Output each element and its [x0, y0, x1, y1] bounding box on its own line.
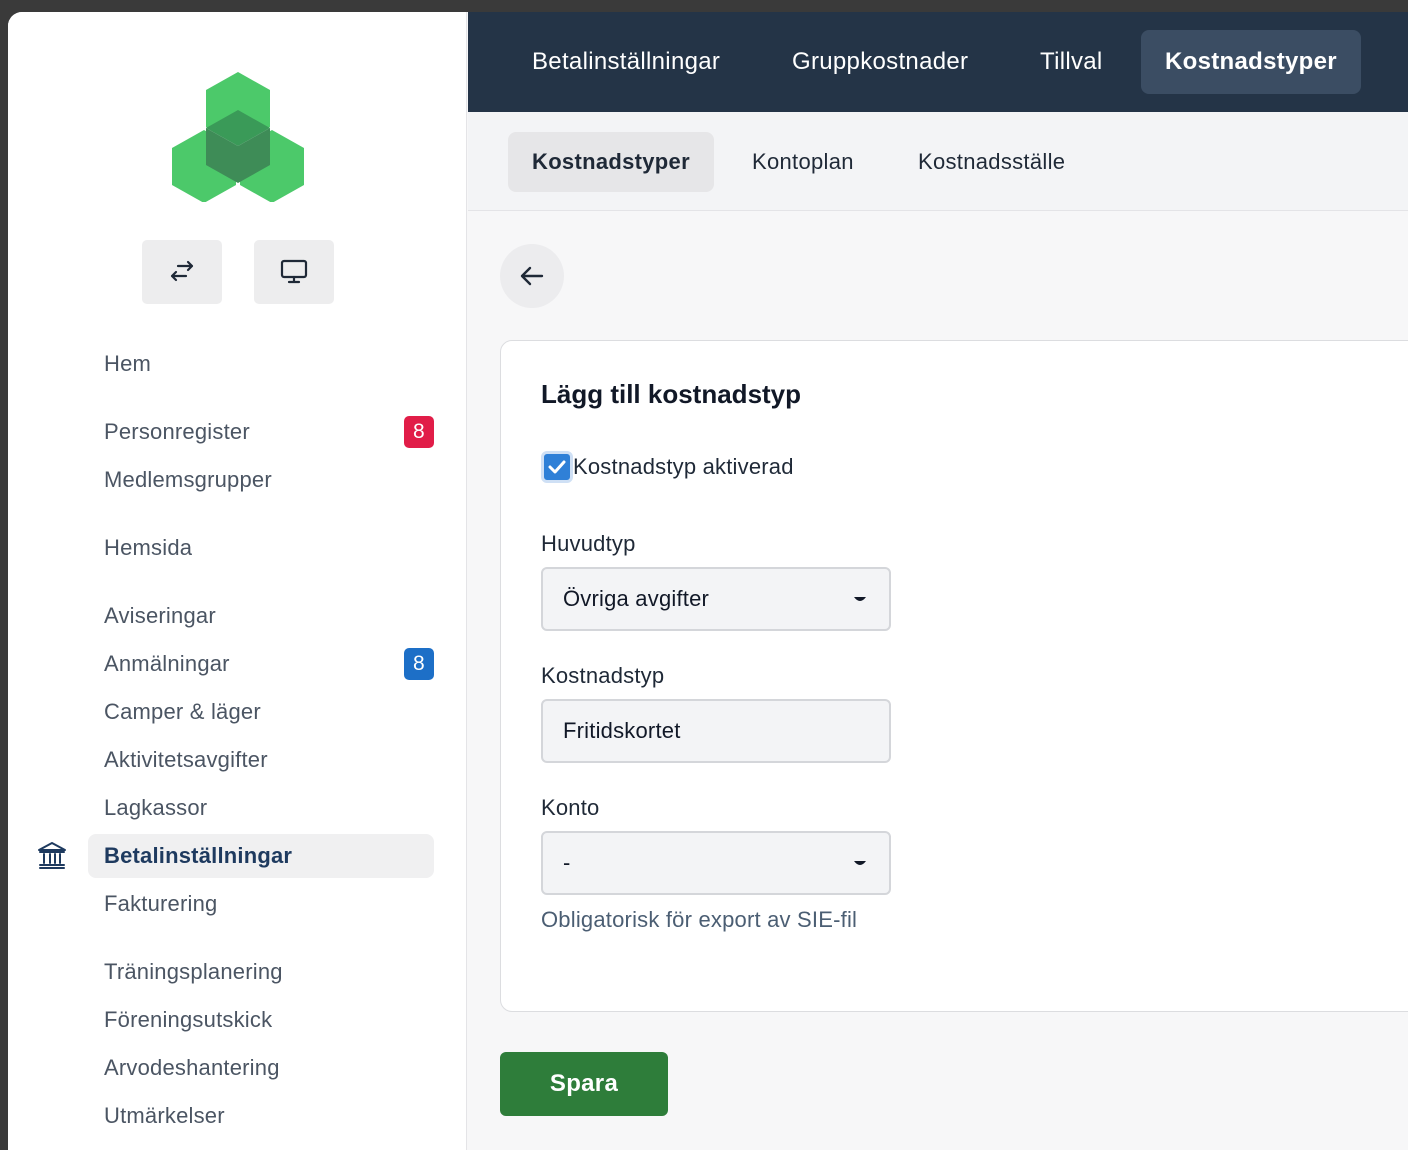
- sidebar-item-label: Aviseringar: [104, 603, 216, 628]
- konto-select[interactable]: -: [541, 831, 891, 895]
- sidebar-item-arvodeshantering[interactable]: Arvodeshantering: [88, 1046, 434, 1090]
- save-button[interactable]: Spara: [500, 1052, 668, 1116]
- sidebar-item-label: Hemsida: [104, 535, 193, 560]
- sidebar-item-fakturering[interactable]: Fakturering: [88, 882, 434, 926]
- bank-icon: [38, 842, 66, 869]
- activated-checkbox[interactable]: [541, 451, 573, 483]
- sidebar-item-camper[interactable]: Camper & läger: [88, 690, 434, 734]
- subtab-kostnadsstalle[interactable]: Kostnadsställe: [894, 132, 1089, 192]
- sidebar-item-foreningsutskick[interactable]: Föreningsutskick: [88, 998, 434, 1042]
- sidebar-item-anmalningar[interactable]: Anmälningar 8: [88, 642, 434, 686]
- caret-down-icon: [854, 861, 866, 865]
- sidebar-item-label: Personregister: [104, 419, 250, 444]
- switch-button[interactable]: [142, 240, 222, 304]
- sidebar-item-label: Arvodeshantering: [104, 1055, 280, 1080]
- sidebar-nav: Hem Personregister 8 Medlemsgrupper Hemsi…: [38, 342, 434, 1142]
- huvudtyp-value: Övriga avgifter: [563, 586, 710, 611]
- tab-betalinstallningar[interactable]: Betalinställningar: [508, 30, 744, 94]
- app-window: Hem Personregister 8 Medlemsgrupper Hemsi…: [8, 12, 1408, 1150]
- sidebar-item-label: Anmälningar: [104, 651, 230, 676]
- sidebar-item-label: Aktivitetsavgifter: [104, 747, 268, 772]
- tab-kostnadstyper[interactable]: Kostnadstyper: [1141, 30, 1361, 94]
- activated-label: Kostnadstyp aktiverad: [573, 454, 794, 479]
- sidebar-item-hemsida[interactable]: Hemsida: [88, 526, 434, 570]
- sidebar-item-lagkassor[interactable]: Lagkassor: [88, 786, 434, 830]
- swap-arrows-icon: [170, 260, 194, 282]
- sidebar-item-label: Träningsplanering: [104, 959, 283, 984]
- caret-down-icon: [854, 597, 866, 601]
- sidebar-item-label: Föreningsutskick: [104, 1007, 273, 1032]
- subtab-kostnadstyper[interactable]: Kostnadstyper: [508, 132, 714, 192]
- sidebar-item-label: Medlemsgrupper: [104, 467, 272, 492]
- konto-label: Konto: [541, 795, 600, 820]
- logo: [172, 72, 304, 202]
- tab-gruppkostnader[interactable]: Gruppkostnader: [768, 30, 992, 94]
- count-badge: 8: [404, 648, 434, 680]
- top-nav: Betalinställningar Gruppkostnader Tillva…: [468, 12, 1408, 112]
- sidebar-item-personregister[interactable]: Personregister 8: [88, 410, 434, 454]
- sidebar-item-aktivitetsavgifter[interactable]: Aktivitetsavgifter: [88, 738, 434, 782]
- sidebar-item-traningsplanering[interactable]: Träningsplanering: [88, 950, 434, 994]
- sidebar-item-aviseringar[interactable]: Aviseringar: [88, 594, 434, 638]
- monitor-icon: [280, 259, 308, 284]
- huvudtyp-select[interactable]: Övriga avgifter: [541, 567, 891, 631]
- kostnadstyp-input[interactable]: Fritidskortet: [541, 699, 891, 763]
- display-button[interactable]: [254, 240, 334, 304]
- sidebar-item-betalinstallningar[interactable]: Betalinställningar: [38, 834, 434, 878]
- checkmark-icon: [548, 460, 566, 474]
- sidebar-item-label: Fakturering: [104, 891, 218, 916]
- tab-tillval[interactable]: Tillval: [1016, 30, 1127, 94]
- count-badge: 8: [404, 416, 434, 448]
- sidebar-item-label: Utmärkelser: [104, 1103, 225, 1128]
- sidebar-item-label: Hem: [104, 351, 152, 376]
- subtab-kontoplan[interactable]: Kontoplan: [728, 132, 878, 192]
- sidebar-item-utmarkelser[interactable]: Utmärkelser: [88, 1094, 434, 1138]
- back-button[interactable]: [500, 244, 564, 308]
- huvudtyp-label: Huvudtyp: [541, 531, 636, 556]
- form-card: Lägg till kostnadstyp Kostnadstyp aktive…: [500, 340, 1408, 1012]
- sub-nav: Kostnadstyper Kontoplan Kostnadsställe: [468, 112, 1408, 211]
- konto-value: -: [563, 850, 571, 875]
- sidebar-item-hem[interactable]: Hem: [88, 342, 434, 386]
- kostnadstyp-value: Fritidskortet: [563, 718, 681, 743]
- kostnadstyp-label: Kostnadstyp: [541, 663, 665, 688]
- konto-help-text: Obligatorisk för export av SIE-fil: [541, 907, 858, 932]
- sidebar-item-medlemsgrupper[interactable]: Medlemsgrupper: [88, 458, 434, 502]
- form-title: Lägg till kostnadstyp: [541, 379, 802, 409]
- sidebar: Hem Personregister 8 Medlemsgrupper Hemsi…: [8, 12, 467, 1150]
- sidebar-item-label: Lagkassor: [104, 795, 208, 820]
- sidebar-item-label: Betalinställningar: [104, 843, 293, 868]
- sidebar-item-label: Camper & läger: [104, 699, 261, 724]
- arrow-left-icon: [520, 266, 544, 286]
